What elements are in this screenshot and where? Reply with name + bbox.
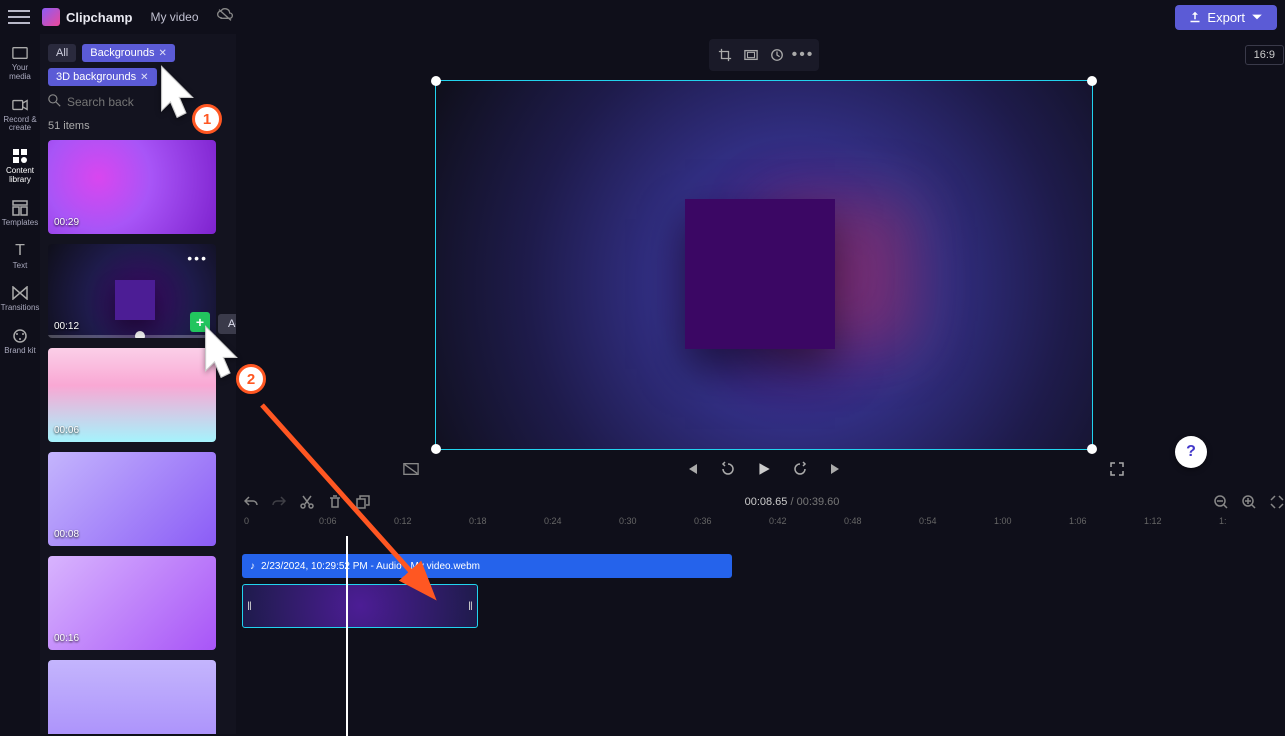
left-rail: Your media Record & create Content libra…	[0, 34, 40, 734]
fit-button[interactable]	[739, 43, 763, 67]
fullscreen-button[interactable]	[1108, 460, 1126, 478]
rail-brand-kit[interactable]: Brand kit	[1, 323, 39, 364]
transitions-icon	[11, 284, 29, 302]
duplicate-button[interactable]	[354, 493, 372, 511]
ruler-tick: 1:06	[1067, 516, 1142, 536]
brand-icon	[11, 327, 29, 345]
camera-icon	[11, 96, 29, 114]
export-button[interactable]: Export	[1175, 5, 1277, 30]
rail-transitions[interactable]: Transitions	[1, 280, 39, 321]
playhead-time: 00:08.65 / 00:39.60	[745, 496, 840, 508]
filter-tag-3d-backgrounds[interactable]: 3D backgrounds✕	[48, 68, 157, 86]
resize-handle[interactable]	[431, 76, 441, 86]
rail-content-library[interactable]: Content library	[1, 143, 39, 193]
library-item[interactable]: 00:16	[48, 556, 216, 650]
pip-button[interactable]	[765, 43, 789, 67]
search-icon	[48, 94, 61, 110]
close-icon[interactable]: ✕	[140, 72, 148, 83]
rail-record[interactable]: Record & create	[1, 92, 39, 142]
stage-toolbar: ••• 16:9	[236, 34, 1285, 76]
hide-bounds-button[interactable]	[402, 460, 420, 478]
clip-handle-right[interactable]: ‖	[468, 599, 473, 613]
rail-your-media[interactable]: Your media	[1, 40, 39, 90]
duration-label: 00:06	[54, 425, 79, 436]
clip-handle-left[interactable]: ‖	[247, 599, 252, 613]
audio-clip[interactable]: ♪ 2/23/2024, 10:29:52 PM - Audio - My vi…	[242, 554, 732, 578]
search-input[interactable]	[67, 95, 228, 109]
delete-button[interactable]	[326, 493, 344, 511]
music-icon: ♪	[250, 561, 255, 572]
library-item[interactable]: ••• 00:12 +	[48, 244, 216, 338]
more-button[interactable]: •••	[791, 43, 815, 67]
ruler-tick: 0:36	[692, 516, 767, 536]
timeline-ruler[interactable]: 00:060:120:180:240:300:360:420:480:541:0…	[236, 516, 1285, 536]
timeline-tracks[interactable]: ♪ 2/23/2024, 10:29:52 PM - Audio - My vi…	[236, 536, 1285, 628]
help-button[interactable]: ?	[1175, 436, 1207, 468]
filter-tag-backgrounds[interactable]: Backgrounds✕	[82, 44, 175, 62]
duration-label: 00:16	[54, 633, 79, 644]
ruler-tick: 0:18	[467, 516, 542, 536]
text-icon: T	[11, 242, 29, 260]
menu-button[interactable]	[8, 6, 30, 28]
templates-icon	[11, 199, 29, 217]
duration-label: 00:08	[54, 529, 79, 540]
video-clip[interactable]: ‖ ‖	[242, 584, 478, 628]
ruler-tick: 0:24	[542, 516, 617, 536]
preview-content	[685, 199, 835, 349]
library-item[interactable]: 00:26	[48, 660, 216, 734]
crop-button[interactable]	[713, 43, 737, 67]
project-name[interactable]: My video	[150, 10, 198, 24]
item-count: 51 items	[48, 120, 228, 132]
app-logo	[42, 8, 60, 26]
library-item[interactable]: 00:08	[48, 452, 216, 546]
redo-button[interactable]	[270, 493, 288, 511]
playhead[interactable]	[346, 536, 348, 736]
more-icon[interactable]: •••	[187, 250, 208, 266]
split-button[interactable]	[298, 493, 316, 511]
ruler-tick: 1:00	[992, 516, 1067, 536]
add-to-timeline-tooltip: Add to timeline	[218, 314, 236, 334]
filter-tag-all[interactable]: All	[48, 44, 76, 62]
media-icon	[11, 44, 29, 62]
duration-label: 00:29	[54, 217, 79, 228]
zoom-out-button[interactable]	[1212, 493, 1230, 511]
ruler-tick: 0:54	[917, 516, 992, 536]
aspect-ratio-button[interactable]: 16:9	[1245, 45, 1284, 65]
add-to-timeline-button[interactable]: +	[190, 312, 210, 332]
skip-end-button[interactable]	[827, 460, 845, 478]
zoom-in-button[interactable]	[1240, 493, 1258, 511]
ruler-tick: 0:12	[392, 516, 467, 536]
ruler-tick: 1:12	[1142, 516, 1217, 536]
close-icon[interactable]: ✕	[158, 48, 166, 59]
ruler-tick: 0:48	[842, 516, 917, 536]
library-item[interactable]: 00:29	[48, 140, 216, 234]
ruler-tick: 0:42	[767, 516, 842, 536]
skip-start-button[interactable]	[683, 460, 701, 478]
library-item[interactable]: 00:06	[48, 348, 216, 442]
library-icon	[11, 147, 29, 165]
export-label: Export	[1207, 10, 1245, 25]
ruler-tick: 0:06	[317, 516, 392, 536]
resize-handle[interactable]	[1087, 76, 1097, 86]
play-button[interactable]	[755, 460, 773, 478]
rewind-button[interactable]	[719, 460, 737, 478]
ruler-tick: 0	[242, 516, 317, 536]
fit-zoom-button[interactable]	[1268, 493, 1285, 511]
cloud-off-icon[interactable]	[217, 8, 233, 27]
video-preview[interactable]	[435, 80, 1093, 450]
ruler-tick: 1:	[1217, 516, 1285, 536]
duration-label: 00:12	[54, 321, 79, 332]
rail-templates[interactable]: Templates	[1, 195, 39, 236]
ruler-tick: 0:30	[617, 516, 692, 536]
content-library-panel: All Backgrounds✕ 3D backgrounds✕ 51 item…	[40, 34, 236, 734]
rail-text[interactable]: T Text	[1, 238, 39, 279]
app-brand: Clipchamp	[66, 10, 132, 25]
preview-slider[interactable]	[48, 335, 216, 338]
forward-button[interactable]	[791, 460, 809, 478]
undo-button[interactable]	[242, 493, 260, 511]
